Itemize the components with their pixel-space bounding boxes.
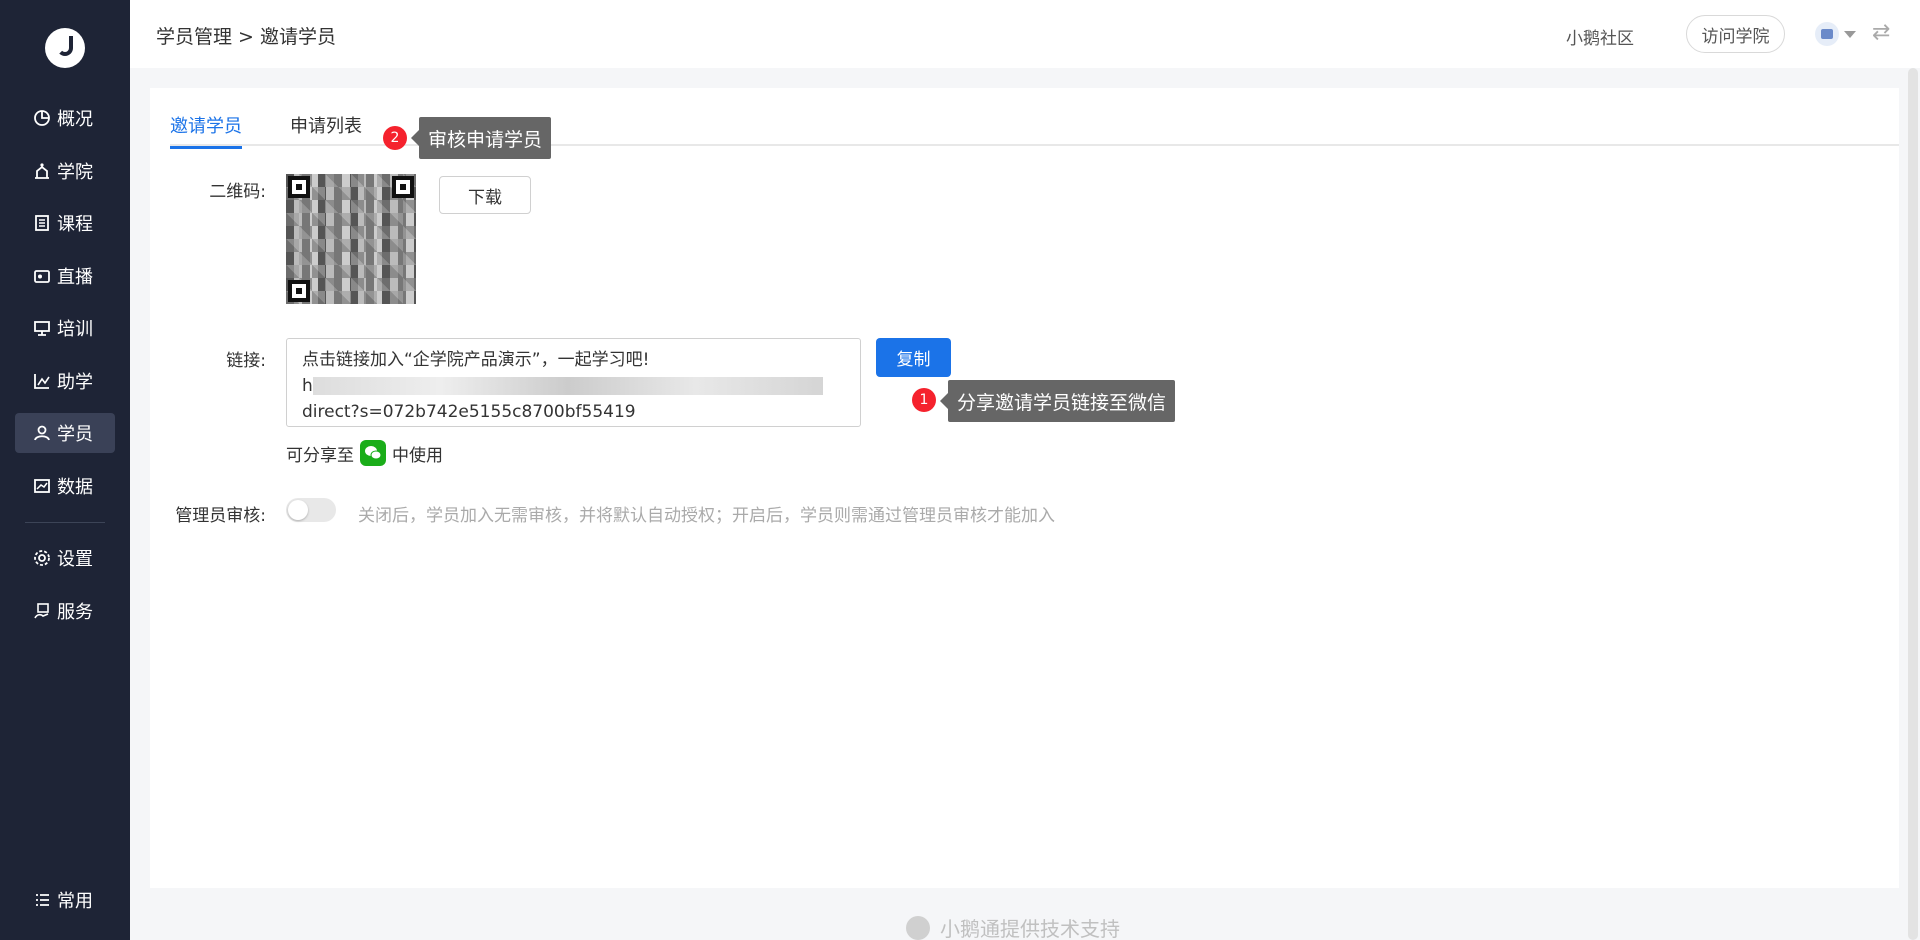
link-label: 链接: xyxy=(226,351,266,371)
sidebar-item-label: 课程 xyxy=(57,214,93,235)
sidebar-item-label: 设置 xyxy=(57,549,93,570)
sidebar-item-label: 直播 xyxy=(57,266,93,288)
footer: 小鹅通提供技术支持 xyxy=(906,913,1120,940)
sidebar-item-label: 数据 xyxy=(57,476,93,498)
annotation-tooltip-share: 分享邀请学员链接至微信 xyxy=(939,380,1176,422)
sidebar-item-academy[interactable]: 学院 xyxy=(15,151,115,191)
sidebar-item-service[interactable]: 服务 xyxy=(15,591,115,631)
admin-review-label: 管理员审核: xyxy=(175,506,266,526)
sidebar: 概况 学院 课程 直播 培训 助学 学员 数据 设置 服务 常用 xyxy=(0,0,130,940)
tab-application-list[interactable]: 申请列表 xyxy=(290,112,362,138)
bar-chart-icon xyxy=(33,372,51,390)
sidebar-nav-secondary: 设置 服务 xyxy=(15,538,115,643)
sidebar-item-label: 概况 xyxy=(57,109,93,130)
gear-icon xyxy=(33,549,51,567)
qrcode-label: 二维码: xyxy=(209,182,266,202)
visit-academy-button[interactable]: 访问学院 xyxy=(1686,15,1785,53)
data-icon xyxy=(33,477,51,495)
sidebar-item-settings[interactable]: 设置 xyxy=(15,538,115,578)
live-icon xyxy=(33,267,51,285)
link-text-line1: 点击链接加入“企学院产品演示”，一起学习吧! xyxy=(302,350,650,370)
annotation-tooltip-review: 审核申请学员 xyxy=(410,117,552,159)
sidebar-nav: 概况 学院 课程 直播 培训 助学 学员 数据 xyxy=(15,98,115,518)
sidebar-item-label: 助学 xyxy=(57,371,93,393)
breadcrumb-separator: > xyxy=(238,26,254,48)
sidebar-item-data[interactable]: 数据 xyxy=(15,466,115,506)
sidebar-divider xyxy=(25,522,105,523)
sidebar-item-label: 服务 xyxy=(57,601,93,623)
sidebar-nav-bottom: 常用 xyxy=(15,880,115,933)
sidebar-item-overview[interactable]: 概况 xyxy=(15,98,115,138)
sidebar-item-training[interactable]: 培训 xyxy=(15,308,115,348)
shop-icon xyxy=(1815,22,1839,46)
document-icon xyxy=(33,214,51,232)
sidebar-item-course[interactable]: 课程 xyxy=(15,203,115,243)
invite-link-textarea[interactable]: 点击链接加入“企学院产品演示”，一起学习吧! h direct?s=072b74… xyxy=(286,338,861,427)
community-link[interactable]: 小鹅社区 xyxy=(1566,24,1634,49)
breadcrumb-parent[interactable]: 学员管理 xyxy=(156,26,232,48)
share-hint: 可分享至 中使用 xyxy=(286,440,443,466)
qr-code-image xyxy=(286,174,416,304)
pie-chart-icon xyxy=(33,109,51,127)
sidebar-item-common[interactable]: 常用 xyxy=(15,880,115,920)
annotation-badge-1: 1 xyxy=(912,388,936,412)
footer-logo-icon xyxy=(906,915,930,940)
sidebar-item-label: 学院 xyxy=(57,161,93,183)
app-logo[interactable] xyxy=(45,28,85,68)
download-qrcode-button[interactable]: 下载 xyxy=(439,176,531,214)
sidebar-item-students[interactable]: 学员 xyxy=(15,413,115,453)
share-prefix: 可分享至 xyxy=(286,445,354,466)
sidebar-item-assist[interactable]: 助学 xyxy=(15,361,115,401)
link-text-line2: h xyxy=(302,373,845,399)
admin-review-description: 关闭后，学员加入无需审核，并将默认自动授权；开启后，学员则需通过管理员审核才能加… xyxy=(358,506,1055,526)
chevron-down-icon xyxy=(1844,30,1856,38)
training-icon xyxy=(33,319,51,337)
copy-link-button[interactable]: 复制 xyxy=(876,338,951,377)
top-bar: 学员管理 > 邀请学员 小鹅社区 访问学院 ⇄ xyxy=(130,0,1920,68)
service-icon xyxy=(33,602,51,620)
account-switcher[interactable] xyxy=(1815,22,1856,46)
list-icon xyxy=(33,891,51,909)
admin-review-toggle[interactable] xyxy=(286,498,336,522)
sidebar-item-label: 常用 xyxy=(57,891,93,912)
link-text-line3: direct?s=072b742e5155c8700bf55419 xyxy=(302,402,636,422)
tab-invite-students[interactable]: 邀请学员 xyxy=(170,112,242,149)
wechat-icon xyxy=(360,440,386,466)
swap-icon[interactable]: ⇄ xyxy=(1872,20,1890,45)
breadcrumb-current: 邀请学员 xyxy=(259,26,336,48)
breadcrumb: 学员管理 > 邀请学员 xyxy=(156,22,342,49)
user-icon xyxy=(33,424,51,442)
vertical-scrollbar[interactable] xyxy=(1908,68,1918,940)
sidebar-item-label: 学员 xyxy=(57,424,93,445)
footer-text: 小鹅通提供技术支持 xyxy=(940,917,1120,940)
annotation-badge-2: 2 xyxy=(383,126,407,150)
share-suffix: 中使用 xyxy=(392,445,443,466)
academy-icon xyxy=(33,162,51,180)
sidebar-item-live[interactable]: 直播 xyxy=(15,256,115,296)
sidebar-item-label: 培训 xyxy=(57,319,93,340)
